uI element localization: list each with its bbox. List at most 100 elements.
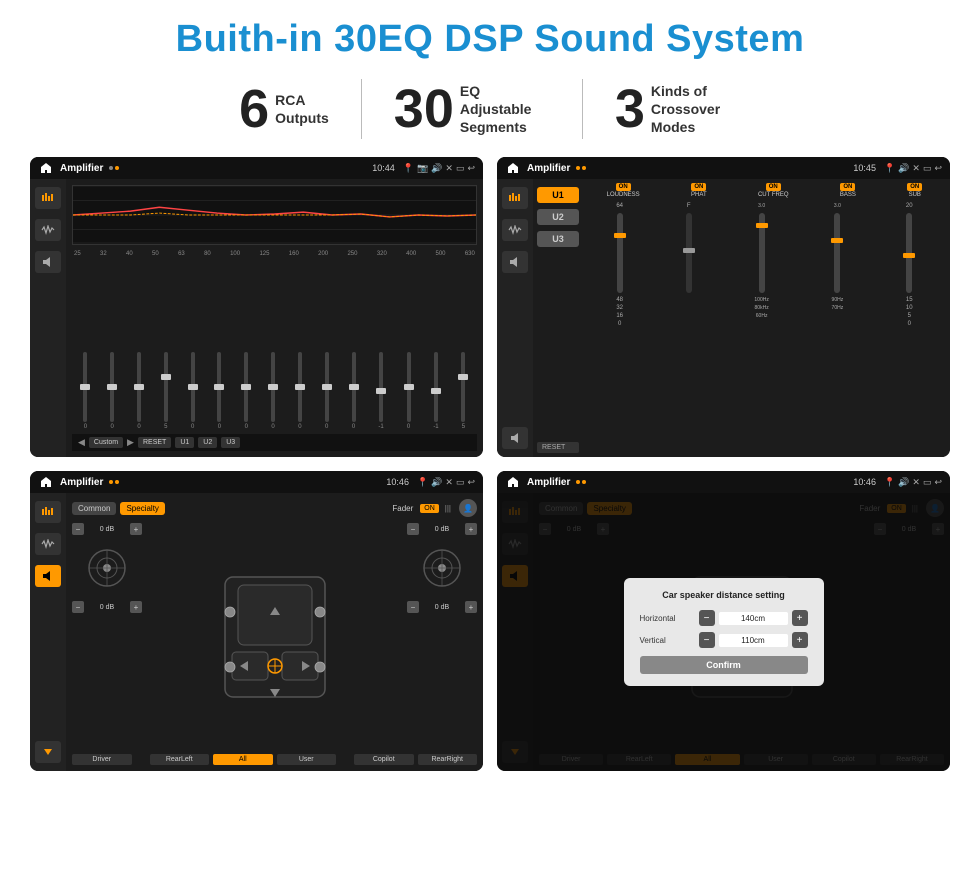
rear-right-btn[interactable]: RearRight bbox=[418, 754, 478, 765]
dialog-horizontal-value: 140cm bbox=[719, 612, 788, 625]
dialog-h-plus[interactable]: + bbox=[792, 610, 808, 626]
track-8[interactable] bbox=[298, 352, 302, 422]
sidebar-speaker-btn[interactable] bbox=[35, 251, 61, 273]
confirm-button[interactable]: Confirm bbox=[640, 656, 808, 674]
u3-btn[interactable]: U3 bbox=[221, 437, 240, 448]
db-plus-1[interactable]: + bbox=[130, 523, 142, 535]
thumb-14[interactable] bbox=[458, 374, 468, 380]
db-plus-4[interactable]: + bbox=[465, 601, 477, 613]
dialog-h-minus[interactable]: − bbox=[699, 610, 715, 626]
bk-icon3: ↩ bbox=[467, 477, 475, 488]
vert-thumb-bass[interactable] bbox=[831, 238, 843, 243]
thumb-3[interactable] bbox=[161, 374, 171, 380]
db-plus-3[interactable]: + bbox=[465, 523, 477, 535]
track-4[interactable] bbox=[191, 352, 195, 422]
track-5[interactable] bbox=[217, 352, 221, 422]
dialog-v-minus[interactable]: − bbox=[699, 632, 715, 648]
thumb-11[interactable] bbox=[376, 388, 386, 394]
thumb-8[interactable] bbox=[295, 384, 305, 390]
rear-left-btn[interactable]: RearLeft bbox=[150, 754, 210, 765]
track-11[interactable] bbox=[379, 352, 383, 422]
db-minus-1[interactable]: − bbox=[72, 523, 84, 535]
track-6[interactable] bbox=[244, 352, 248, 422]
track-2[interactable] bbox=[137, 352, 141, 422]
sb3-eq[interactable] bbox=[35, 501, 61, 523]
status-icons-1: 📍 📷 🔊 ✕ ▭ ↩ bbox=[403, 163, 475, 174]
crossover-reset-btn[interactable]: RESET bbox=[537, 442, 579, 453]
label-sub: SUB bbox=[909, 192, 921, 198]
track-1[interactable] bbox=[110, 352, 114, 422]
dot-b bbox=[582, 166, 586, 170]
u3-select-btn[interactable]: U3 bbox=[537, 231, 579, 247]
thumb-7[interactable] bbox=[268, 384, 278, 390]
track-10[interactable] bbox=[352, 352, 356, 422]
thumb-4[interactable] bbox=[188, 384, 198, 390]
back-icon: ↩ bbox=[467, 163, 475, 174]
fader-on-toggle[interactable]: ON bbox=[420, 504, 439, 513]
col-loudness: ON LOUDNESS bbox=[607, 183, 640, 198]
reset-btn[interactable]: RESET bbox=[138, 437, 171, 448]
status-time-1: 10:44 bbox=[372, 163, 395, 173]
screen-sidebar-1 bbox=[30, 179, 66, 457]
crossover-screen: Amplifier 10:45 📍 🔊 ✕ ▭ ↩ bbox=[497, 157, 950, 457]
vert-thumb-loudness[interactable] bbox=[614, 233, 626, 238]
u2-btn[interactable]: U2 bbox=[198, 437, 217, 448]
thumb-6[interactable] bbox=[241, 384, 251, 390]
vert-thumb-phat[interactable] bbox=[683, 248, 695, 253]
sidebar-wave-btn[interactable] bbox=[35, 219, 61, 241]
thumb-5[interactable] bbox=[214, 384, 224, 390]
vert-track-phat[interactable] bbox=[686, 213, 692, 293]
sidebar-spk-btn-2[interactable] bbox=[502, 251, 528, 273]
track-3[interactable] bbox=[164, 352, 168, 422]
db-plus-2[interactable]: + bbox=[130, 601, 142, 613]
thumb-0[interactable] bbox=[80, 384, 90, 390]
dialog-vertical-label: Vertical bbox=[640, 636, 695, 645]
u1-select-btn[interactable]: U1 bbox=[537, 187, 579, 203]
loc-icon3: 📍 bbox=[417, 477, 428, 488]
track-14[interactable] bbox=[461, 352, 465, 422]
sidebar-wave-btn-2[interactable] bbox=[502, 219, 528, 241]
track-9[interactable] bbox=[325, 352, 329, 422]
vert-track-loudness[interactable] bbox=[617, 213, 623, 293]
prev-arrow[interactable]: ◀ bbox=[78, 437, 85, 448]
u2-select-btn[interactable]: U2 bbox=[537, 209, 579, 225]
user-btn[interactable]: User bbox=[277, 754, 337, 765]
thumb-1[interactable] bbox=[107, 384, 117, 390]
bat-icon2: ▭ bbox=[923, 163, 932, 174]
thumb-12[interactable] bbox=[404, 384, 414, 390]
thumb-13[interactable] bbox=[431, 388, 441, 394]
vert-thumb-sub[interactable] bbox=[903, 253, 915, 258]
sb3-arr[interactable] bbox=[35, 741, 61, 763]
vert-track-bass[interactable] bbox=[834, 213, 840, 293]
track-12[interactable] bbox=[407, 352, 411, 422]
sb3-wave[interactable] bbox=[35, 533, 61, 555]
custom-btn[interactable]: Custom bbox=[89, 437, 123, 448]
vert-track-sub[interactable] bbox=[906, 213, 912, 293]
tab-common[interactable]: Common bbox=[72, 502, 116, 515]
thumb-9[interactable] bbox=[322, 384, 332, 390]
thumb-2[interactable] bbox=[134, 384, 144, 390]
sidebar-vol-btn-2[interactable] bbox=[502, 427, 528, 449]
dialog-v-plus[interactable]: + bbox=[792, 632, 808, 648]
vert-track-cutfreq[interactable] bbox=[759, 213, 765, 293]
speaker-circle-area-2 bbox=[407, 543, 477, 593]
sb3-spk[interactable] bbox=[35, 565, 61, 587]
sidebar-eq-btn[interactable] bbox=[35, 187, 61, 209]
copilot-btn[interactable]: Copilot bbox=[354, 754, 414, 765]
db-minus-4[interactable]: − bbox=[407, 601, 419, 613]
camera-icon: 📷 bbox=[417, 163, 428, 174]
next-arrow[interactable]: ▶ bbox=[127, 437, 134, 448]
vert-thumb-cutfreq[interactable] bbox=[756, 223, 768, 228]
thumb-10[interactable] bbox=[349, 384, 359, 390]
track-0[interactable] bbox=[83, 352, 87, 422]
sidebar-eq-btn-2[interactable] bbox=[502, 187, 528, 209]
driver-btn[interactable]: Driver bbox=[72, 754, 132, 765]
track-7[interactable] bbox=[271, 352, 275, 422]
db-minus-2[interactable]: − bbox=[72, 601, 84, 613]
speaker-layout: − 0 dB + bbox=[72, 523, 477, 750]
tab-specialty[interactable]: Specialty bbox=[120, 502, 164, 515]
db-minus-3[interactable]: − bbox=[407, 523, 419, 535]
all-btn[interactable]: All bbox=[213, 754, 273, 765]
u1-btn[interactable]: U1 bbox=[175, 437, 194, 448]
track-13[interactable] bbox=[434, 352, 438, 422]
